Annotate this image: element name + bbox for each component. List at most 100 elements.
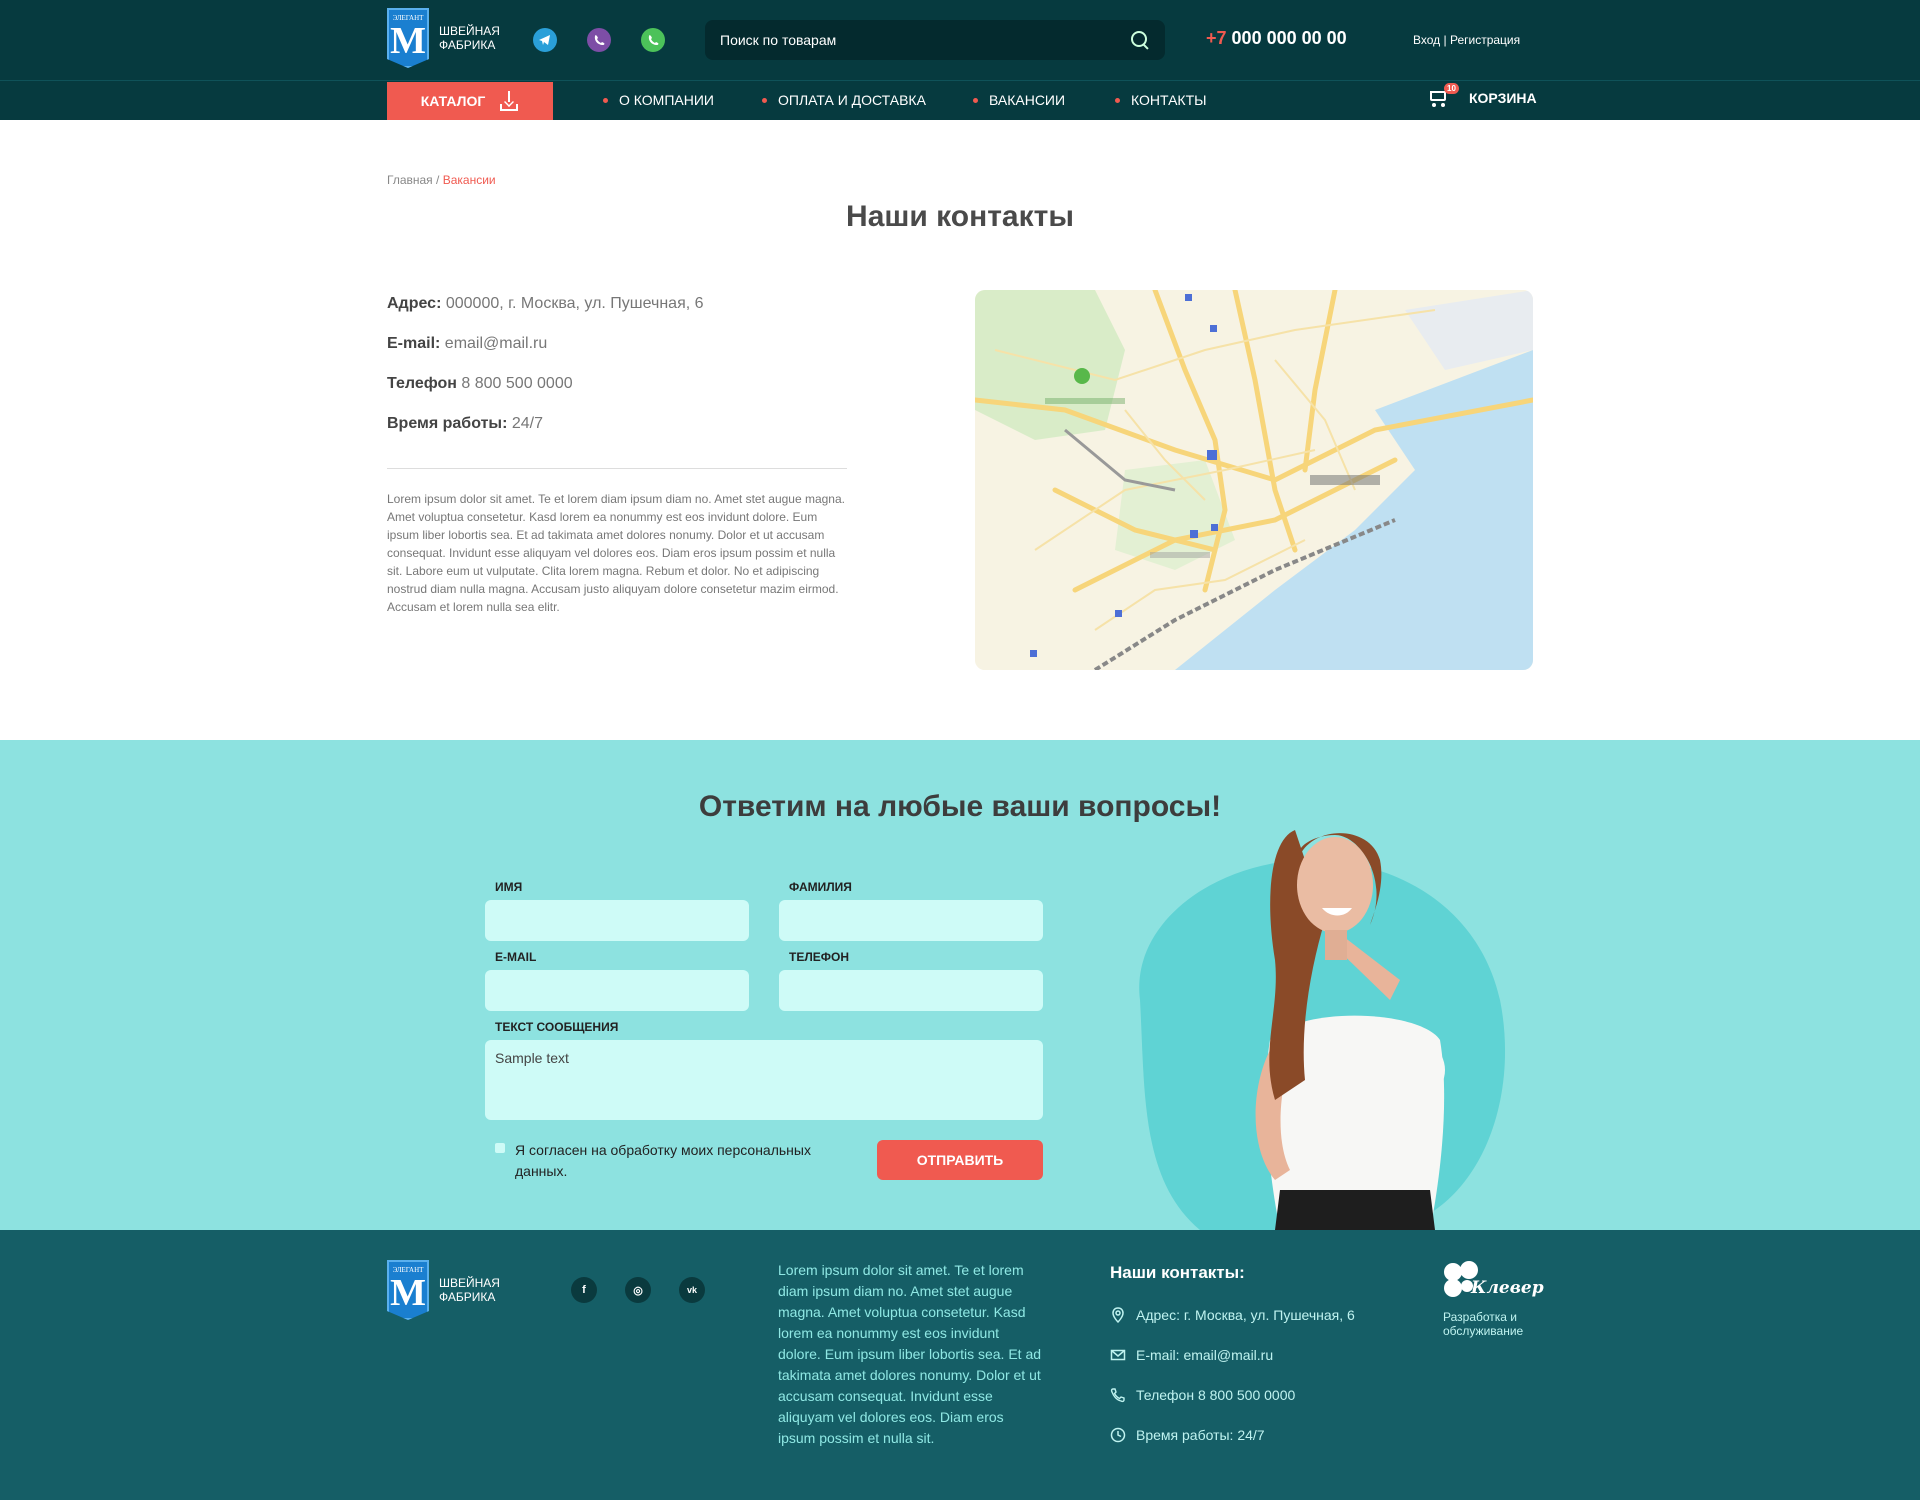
- logo-shield-icon: ЭЛЕГАНТ M: [387, 1260, 429, 1320]
- breadcrumb-separator: /: [436, 173, 440, 187]
- catalog-label: КАТАЛОГ: [420, 93, 486, 109]
- register-link[interactable]: Регистрация: [1450, 33, 1520, 47]
- footer-hours-text: Время работы: 24/7: [1136, 1427, 1265, 1443]
- phone-value[interactable]: 8 800 500 0000: [461, 375, 572, 392]
- footer-description: Lorem ipsum dolor sit amet. Te et lorem …: [778, 1262, 1042, 1446]
- telegram-icon[interactable]: [533, 28, 557, 52]
- header-phone[interactable]: +7 000 000 00 00: [1206, 28, 1347, 49]
- mail-icon: [1110, 1347, 1126, 1363]
- developer-caption: Разработка и обслуживание: [1443, 1310, 1524, 1338]
- last-name-field[interactable]: [779, 900, 1043, 941]
- logo-text: ШВЕЙНАЯ ФАБРИКА: [439, 1276, 500, 1304]
- address-label: Адрес:: [387, 295, 442, 312]
- nav-item-label: ОПЛАТА И ДОСТАВКА: [778, 92, 926, 108]
- nav-bullet-icon: [973, 97, 978, 103]
- download-icon: [499, 91, 519, 111]
- footer-phone[interactable]: Телефон 8 800 500 0000: [1110, 1387, 1295, 1403]
- search-box[interactable]: [705, 20, 1165, 60]
- contact-hours: Время работы: 24/7: [387, 415, 543, 433]
- vk-icon[interactable]: vk: [679, 1277, 705, 1303]
- phone-label: Телефон: [387, 375, 457, 392]
- nav-bullet-icon: [1115, 97, 1120, 103]
- logo-letter: M: [390, 1272, 426, 1314]
- breadcrumb-home[interactable]: Главная: [387, 173, 433, 187]
- clock-icon: [1110, 1427, 1126, 1443]
- logo-text: ШВЕЙНАЯ ФАБРИКА: [439, 24, 500, 52]
- cart-count-badge: 10: [1444, 83, 1459, 94]
- auth-separator: |: [1443, 33, 1447, 47]
- instagram-icon[interactable]: ◎: [625, 1277, 651, 1303]
- cart-label: КОРЗИНА: [1469, 90, 1537, 106]
- contact-address: Адрес: 000000, г. Москва, ул. Пушечная, …: [387, 295, 704, 313]
- hours-label: Время работы:: [387, 415, 508, 432]
- message-label: Текст сообщения: [495, 1020, 619, 1034]
- login-link[interactable]: Вход: [1413, 33, 1440, 47]
- footer-email-text: E-mail: email@mail.ru: [1136, 1347, 1274, 1363]
- breadcrumb: Главная / Вакансии: [387, 173, 496, 187]
- feedback-title: Ответим на любые ваши вопросы!: [698, 790, 1222, 823]
- hours-value: 24/7: [511, 415, 543, 432]
- nav-item-contacts[interactable]: КОНТАКТЫ: [1115, 92, 1207, 108]
- search-input[interactable]: [720, 32, 1130, 48]
- logo-letter: M: [390, 20, 426, 62]
- email-field-label: E-mail: [495, 950, 537, 964]
- footer-contacts-title: Наши контакты:: [1110, 1263, 1245, 1282]
- contact-phone: Телефон 8 800 500 0000: [387, 375, 573, 393]
- email-value[interactable]: email@mail.ru: [445, 335, 547, 352]
- facebook-icon[interactable]: f: [571, 1277, 597, 1303]
- nav-item-label: ВАКАНСИИ: [989, 92, 1066, 108]
- header-nav: [0, 80, 1920, 120]
- feedback-section: Ответим на любые ваши вопросы! Имя Фамил…: [0, 740, 1920, 1230]
- first-name-field[interactable]: [485, 900, 749, 941]
- contact-email: E-mail: email@mail.ru: [387, 335, 547, 353]
- phone-field[interactable]: [779, 970, 1043, 1011]
- last-name-label: Фамилия: [789, 880, 852, 894]
- phone-icon: [1110, 1387, 1126, 1403]
- location-map[interactable]: [975, 290, 1533, 670]
- site-logo[interactable]: ЭЛЕГАНТ M ШВЕЙНАЯ ФАБРИКА: [387, 8, 500, 68]
- nav-bullet-icon: [603, 97, 608, 103]
- footer-address-text: Адрес: г. Москва, ул. Пушечная, 6: [1136, 1307, 1355, 1323]
- cart-icon: 10: [1427, 83, 1459, 108]
- message-field[interactable]: [485, 1040, 1043, 1120]
- auth-links: Вход | Регистрация: [1413, 33, 1520, 47]
- logo-line1: ШВЕЙНАЯ: [439, 1276, 500, 1290]
- email-label: E-mail:: [387, 335, 441, 352]
- location-pin-icon: [1110, 1307, 1126, 1324]
- nav-bullet-icon: [762, 97, 767, 103]
- contacts-description: Lorem ipsum dolor sit amet. Te et lorem …: [387, 492, 845, 614]
- developer-logo[interactable]: Клевер: [1443, 1260, 1544, 1309]
- footer-address: Адрес: г. Москва, ул. Пушечная, 6: [1110, 1307, 1355, 1324]
- logo-line2: ФАБРИКА: [439, 38, 496, 52]
- nav-item-label: КОНТАКТЫ: [1131, 92, 1207, 108]
- viber-icon[interactable]: [587, 28, 611, 52]
- logo-line1: ШВЕЙНАЯ: [439, 24, 500, 38]
- email-field[interactable]: [485, 970, 749, 1011]
- phone-number: 000 000 00 00: [1231, 28, 1347, 48]
- footer-hours: Время работы: 24/7: [1110, 1427, 1265, 1443]
- footer-phone-text: Телефон 8 800 500 0000: [1136, 1387, 1296, 1403]
- nav-item-payment-delivery[interactable]: ОПЛАТА И ДОСТАВКА: [762, 92, 926, 108]
- send-button[interactable]: Отправить: [877, 1140, 1043, 1180]
- logo-shield-icon: ЭЛЕГАНТ M: [387, 8, 429, 68]
- first-name-label: Имя: [495, 880, 523, 894]
- page-title: Наши контакты: [846, 200, 1074, 233]
- divider: [387, 468, 847, 469]
- address-value: 000000, г. Москва, ул. Пушечная, 6: [445, 295, 704, 312]
- consent-label: Я согласен на обработку моих персональны…: [515, 1142, 811, 1179]
- nav-item-vacancies[interactable]: ВАКАНСИИ: [973, 92, 1065, 108]
- phone-code: +7: [1206, 28, 1227, 48]
- footer-logo[interactable]: ЭЛЕГАНТ M ШВЕЙНАЯ ФАБРИКА: [387, 1260, 500, 1320]
- whatsapp-icon[interactable]: [641, 28, 665, 52]
- nav-item-about[interactable]: О КОМПАНИИ: [603, 92, 714, 108]
- footer-email[interactable]: E-mail: email@mail.ru: [1110, 1347, 1273, 1363]
- consent-checkbox[interactable]: [495, 1143, 505, 1153]
- woman-pointing-image: [1139, 830, 1506, 1230]
- cart-link[interactable]: 10 КОРЗИНА: [1427, 83, 1537, 108]
- nav-item-label: О КОМПАНИИ: [619, 92, 714, 108]
- footer: ЭЛЕГАНТ M ШВЕЙНАЯ ФАБРИКА f ◎ vk Lorem i…: [0, 1230, 1920, 1500]
- catalog-button[interactable]: КАТАЛОГ: [387, 82, 553, 120]
- developer-brand: Клевер: [1471, 1278, 1544, 1298]
- phone-field-label: Телефон: [789, 950, 849, 964]
- search-icon[interactable]: [1130, 30, 1150, 50]
